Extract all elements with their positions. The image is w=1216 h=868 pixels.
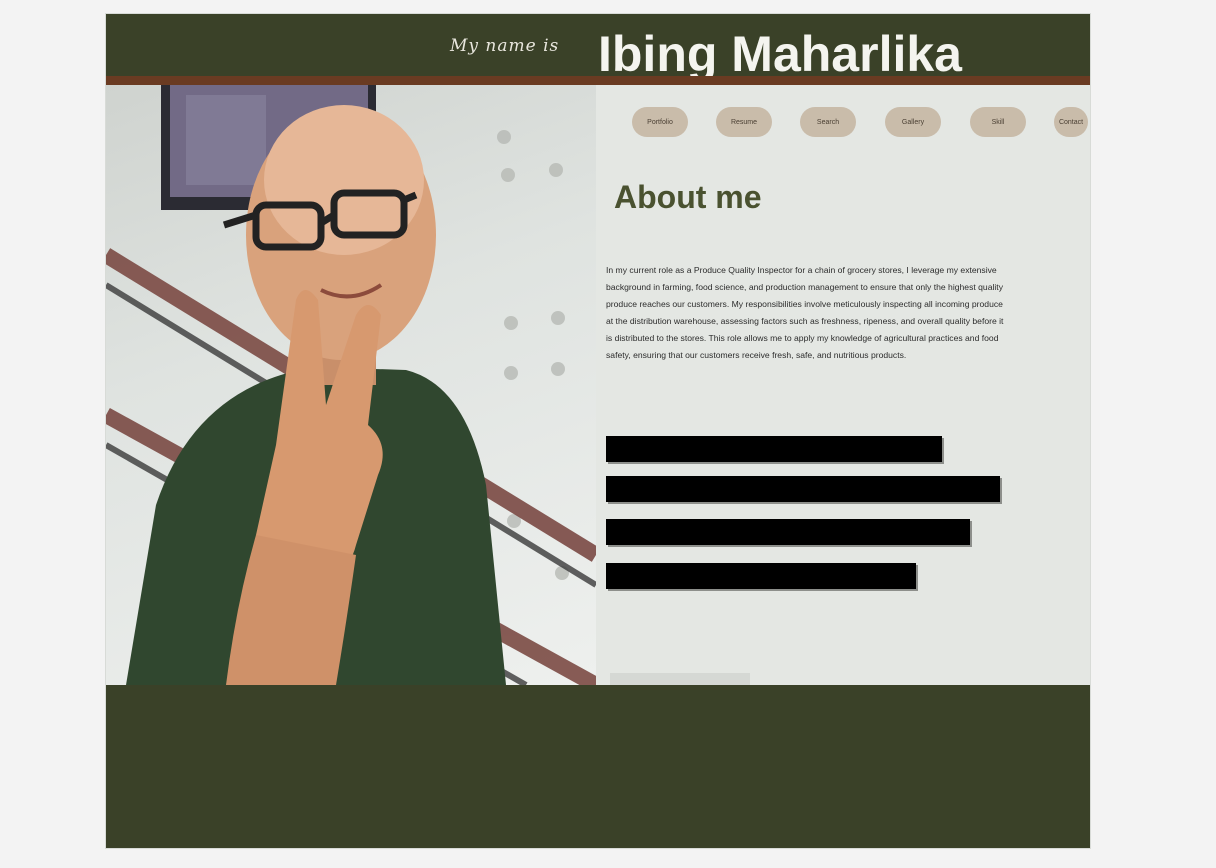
profile-photo-icon: [106, 85, 596, 685]
nav-item-portfolio[interactable]: Portfolio: [632, 107, 688, 137]
nav-item-gallery[interactable]: Gallery: [885, 107, 941, 137]
header-divider: [106, 76, 1090, 85]
about-panel: Portfolio Resume Search Gallery Skill Co…: [596, 85, 1090, 685]
nav-item-skill[interactable]: Skill: [970, 107, 1026, 137]
profile-photo: [106, 85, 596, 685]
redacted-block: [606, 476, 1000, 502]
site-header: My name is Ibing Maharlika: [106, 14, 1090, 82]
redacted-block: [606, 563, 916, 589]
greeting-text: My name is: [450, 36, 560, 56]
site-footer: [106, 685, 1090, 848]
nav-item-search[interactable]: Search: [800, 107, 856, 137]
main-nav: Portfolio Resume Search Gallery Skill Co…: [596, 107, 1090, 139]
page-container: My name is Ibing Maharlika Portfolio Res…: [106, 14, 1090, 848]
site-title-name: Ibing Maharlika: [598, 26, 962, 82]
nav-item-resume[interactable]: Resume: [716, 107, 772, 137]
about-heading: About me: [614, 179, 762, 215]
nav-item-contact[interactable]: Contact: [1054, 107, 1088, 137]
redacted-block: [606, 436, 942, 462]
redacted-block: [606, 519, 970, 545]
faded-button[interactable]: [610, 673, 750, 685]
about-paragraph: In my current role as a Produce Quality …: [606, 264, 1004, 360]
